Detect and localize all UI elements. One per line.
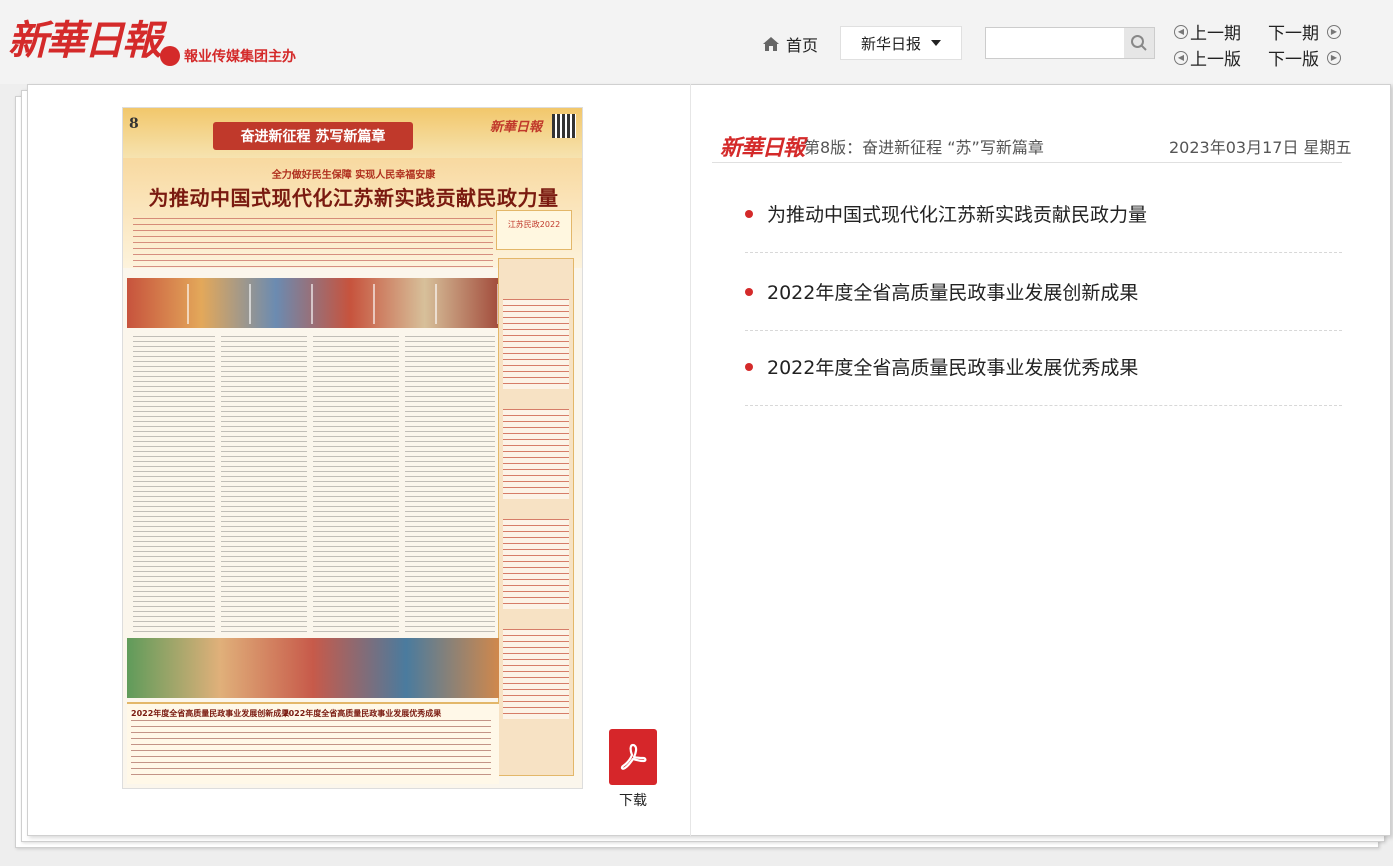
np-photo-dividers: [127, 284, 499, 324]
issue-date: 2023年03月17日 星期五: [1169, 138, 1352, 157]
next-issue-label: 下一期: [1268, 24, 1319, 44]
np-subtitle: 全力做好民生保障 实现人民幸福安康: [271, 170, 436, 181]
article-link-1[interactable]: 为推动中国式现代化江苏新实践贡献民政力量: [745, 175, 1342, 253]
pdf-icon: [609, 729, 657, 785]
np-sidebar-block: [503, 299, 569, 389]
np-bottom-photos: [127, 638, 499, 698]
np-lead-text: [133, 218, 493, 268]
np-bottom-text: [131, 720, 491, 778]
publisher-tagline: 報业传媒集团主办: [160, 46, 296, 66]
np-sidebar: [498, 258, 574, 776]
article-title: 为推动中国式现代化江苏新实践贡献民政力量: [767, 204, 1148, 226]
chevron-right-icon: ▶: [1327, 24, 1341, 39]
site-logo[interactable]: 新華日報: [8, 8, 162, 66]
bullet-icon: [745, 209, 753, 218]
np-banner: 奋进新征程 苏写新篇章: [213, 122, 413, 150]
page-info: 第8版：奋进新征程 “苏”写新篇章: [804, 138, 1044, 157]
qr-code-icon: [552, 114, 576, 138]
np-sidebar-block: [503, 409, 569, 499]
np-page-number: 8: [129, 116, 139, 132]
bullet-icon: [745, 362, 753, 371]
np-side-badge: 江苏民政2022: [496, 210, 572, 250]
panel-divider: [690, 84, 691, 836]
np-sidebar-block: [503, 519, 569, 609]
top-header: 新華日報 報业传媒集团主办 首页 新华日报 ◀ 上一期 下一期 ▶ ◀ 上一版: [0, 0, 1393, 84]
next-issue-link[interactable]: 下一期 ▶: [1268, 19, 1341, 44]
newspaper-select[interactable]: 新华日报: [840, 26, 962, 60]
publisher-text: 報业传媒集团主办: [184, 49, 296, 65]
np-headline: 为推动中国式现代化江苏新实践贡献民政力量: [148, 186, 559, 210]
prev-page-label: 上一版: [1190, 50, 1241, 70]
np-bottom-title-1: 2022年度全省高质量民政事业发展创新成果: [131, 709, 290, 718]
search-button[interactable]: [1124, 28, 1154, 58]
search-icon: [1131, 35, 1147, 51]
newspaper-page-image[interactable]: 8 奋进新征程 苏写新篇章 新華日報 全力做好民生保障 实现人民幸福安康 为推动…: [122, 107, 583, 789]
np-column-gap: [215, 336, 221, 636]
home-icon: [763, 37, 779, 51]
article-link-3[interactable]: 2022年度全省高质量民政事业发展优秀成果: [745, 328, 1342, 406]
panel-header-divider: [712, 162, 1342, 163]
article-title: 2022年度全省高质量民政事业发展优秀成果: [767, 357, 1139, 379]
home-link[interactable]: 首页: [762, 32, 818, 56]
home-label: 首页: [786, 36, 819, 55]
prev-issue-link[interactable]: ◀ 上一期: [1174, 19, 1241, 44]
newspaper-select-value: 新华日报: [860, 34, 921, 53]
chevron-right-icon: ▶: [1327, 50, 1341, 65]
publisher-badge-icon: [160, 46, 180, 66]
chevron-down-icon: [931, 40, 941, 46]
search-input[interactable]: [986, 28, 1124, 58]
np-masthead: 新華日報: [489, 120, 542, 135]
next-page-link[interactable]: 下一版 ▶: [1268, 45, 1341, 70]
np-body-columns: [133, 336, 495, 636]
prev-page-link[interactable]: ◀ 上一版: [1174, 45, 1241, 70]
prev-issue-label: 上一期: [1190, 24, 1241, 44]
search-box: [985, 27, 1155, 59]
article-link-2[interactable]: 2022年度全省高质量民政事业发展创新成果: [745, 253, 1342, 331]
np-sidebar-block: [503, 629, 569, 719]
panel-logo: 新華日報: [720, 135, 805, 161]
next-page-label: 下一版: [1268, 50, 1319, 70]
np-bottom-title-2: 2022年度全省高质量民政事业发展优秀成果: [283, 709, 442, 718]
np-column-gap: [399, 336, 405, 636]
article-title: 2022年度全省高质量民政事业发展创新成果: [767, 282, 1139, 304]
download-label: 下载: [619, 793, 647, 809]
np-column-gap: [307, 336, 313, 636]
download-pdf-button[interactable]: 下载: [608, 729, 658, 810]
chevron-left-icon: ◀: [1174, 24, 1188, 39]
bullet-icon: [745, 287, 753, 296]
chevron-left-icon: ◀: [1174, 50, 1188, 65]
